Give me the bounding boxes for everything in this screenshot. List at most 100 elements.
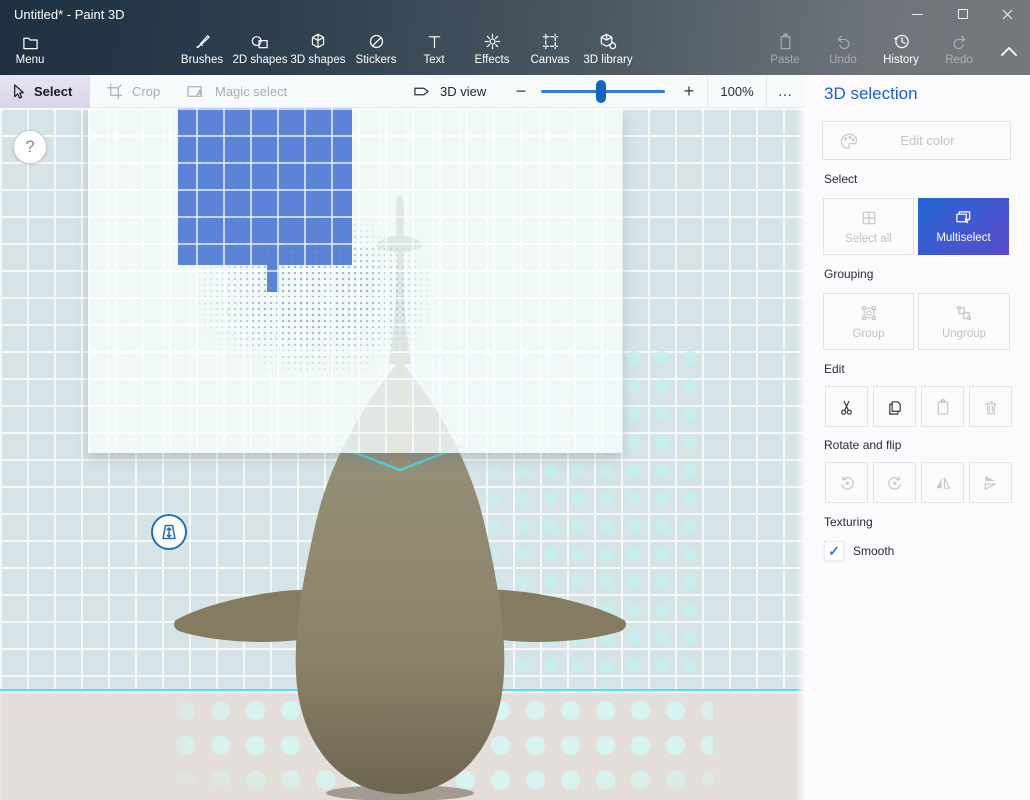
zoom-level-value[interactable]: 100% <box>707 75 767 108</box>
z-depth-icon <box>158 522 180 542</box>
select-all-icon <box>860 209 878 227</box>
ribbon-tool-label: Canvas <box>531 54 570 66</box>
multiselect-icon <box>954 209 973 226</box>
grouping-section-label: Grouping <box>824 267 873 281</box>
paste-button[interactable]: Paste <box>756 31 814 73</box>
ribbon-tool-3d-library[interactable]: 3D library <box>579 31 637 73</box>
ungroup-button[interactable]: Ungroup <box>918 293 1010 350</box>
ribbon-tool-label: Text <box>423 54 444 66</box>
history-button[interactable]: History <box>872 31 930 73</box>
ribbon-tool-label: Effects <box>475 54 510 66</box>
menu-icon <box>21 31 40 51</box>
close-icon <box>1002 9 1013 20</box>
zoom-in-button[interactable]: + <box>676 75 702 108</box>
ungroup-icon <box>955 304 973 322</box>
minimize-icon <box>912 14 923 15</box>
3d-view-icon <box>412 84 431 99</box>
header: Untitled* - Paint 3D Menu Brushes 2D sha… <box>0 0 1030 75</box>
magic-select-tool-label: Magic select <box>215 84 287 99</box>
undo-icon <box>834 31 853 51</box>
paste-panel-button[interactable] <box>921 386 964 427</box>
multiselect-button[interactable]: Multiselect <box>918 198 1009 255</box>
palette-icon <box>839 132 859 150</box>
collapse-ribbon-button[interactable] <box>996 38 1022 64</box>
rotate-right-icon <box>886 474 904 492</box>
copy-icon <box>886 398 903 416</box>
help-button[interactable]: ? <box>13 130 47 164</box>
canvas-viewport[interactable]: ? <box>0 108 804 800</box>
ribbon-tool-label: Stickers <box>356 54 397 66</box>
edit-section-label: Edit <box>824 362 845 376</box>
window-controls <box>895 0 1030 28</box>
delete-button[interactable] <box>969 386 1012 427</box>
ribbon-tool-text[interactable]: Text <box>405 31 463 73</box>
select-tool-label: Select <box>34 84 72 99</box>
select-all-label: Select all <box>845 233 892 245</box>
zoom-out-button[interactable]: − <box>508 75 534 108</box>
more-options-button[interactable]: … <box>767 75 804 108</box>
ribbon-tool-3d-shapes[interactable]: 3D shapes <box>289 31 347 73</box>
cut-button[interactable] <box>825 386 868 427</box>
smooth-checkbox[interactable]: ✓ <box>824 541 844 561</box>
ribbon: Menu Brushes 2D shapes 3D shapes Sticker… <box>0 28 1030 75</box>
panel-title: 3D selection <box>824 84 918 104</box>
trash-icon <box>983 398 999 416</box>
group-label: Group <box>853 328 885 340</box>
flip-vertical-button[interactable] <box>969 462 1012 503</box>
chevron-up-icon <box>1000 46 1018 57</box>
maximize-icon <box>958 9 968 19</box>
3d-view-button[interactable]: 3D view <box>402 75 496 108</box>
close-button[interactable] <box>985 0 1030 28</box>
ribbon-tool-effects[interactable]: Effects <box>463 31 521 73</box>
ribbon-tool-stickers[interactable]: Stickers <box>347 31 405 73</box>
clipboard-icon <box>935 398 951 416</box>
ribbon-tool-label: 3D library <box>583 54 632 66</box>
group-icon <box>860 304 878 322</box>
select-tool-button[interactable]: Select <box>0 75 90 108</box>
edit-color-button[interactable]: Edit color <box>822 121 1011 160</box>
menu-button[interactable]: Menu <box>7 31 53 73</box>
effects-icon <box>483 31 502 51</box>
select-section-label: Select <box>824 172 857 186</box>
scissors-icon <box>838 398 855 416</box>
group-button[interactable]: Group <box>823 293 914 350</box>
rotate-flip-section-label: Rotate and flip <box>824 438 901 452</box>
canvas-icon <box>541 31 560 51</box>
ribbon-tool-brushes[interactable]: Brushes <box>173 31 231 73</box>
ribbon-tool-canvas[interactable]: Canvas <box>521 31 579 73</box>
ungroup-label: Ungroup <box>942 328 986 340</box>
rotate-left-button[interactable] <box>825 462 868 503</box>
crop-icon <box>106 83 123 100</box>
history-icon <box>892 31 911 51</box>
ribbon-tool-2d-shapes[interactable]: 2D shapes <box>231 31 289 73</box>
ribbon-action-label: Undo <box>829 54 857 66</box>
undo-button[interactable]: Undo <box>814 31 872 73</box>
crop-tool-label: Crop <box>132 84 160 99</box>
text-icon <box>426 31 443 51</box>
menu-label: Menu <box>16 54 45 66</box>
crop-tool-button[interactable]: Crop <box>96 75 170 108</box>
maximize-button[interactable] <box>940 0 985 28</box>
window-title: Untitled* - Paint 3D <box>14 7 125 22</box>
magic-select-icon <box>186 83 206 100</box>
stickers-icon <box>367 31 386 51</box>
ribbon-tool-label: Brushes <box>181 54 223 66</box>
title-bar: Untitled* - Paint 3D <box>0 0 1030 28</box>
z-depth-control-button[interactable] <box>151 514 187 550</box>
pointer-icon <box>10 83 25 100</box>
zoom-slider-thumb[interactable] <box>596 80 606 103</box>
paste-icon <box>777 31 794 51</box>
3d-selection-panel: 3D selection Edit color Select Select al… <box>804 75 1030 800</box>
smooth-label: Smooth <box>853 544 894 558</box>
select-all-button[interactable]: Select all <box>823 198 914 255</box>
flip-horizontal-button[interactable] <box>921 462 964 503</box>
flip-vertical-icon <box>982 475 1000 491</box>
ribbon-action-label: Paste <box>770 54 799 66</box>
texturing-section-label: Texturing <box>824 515 873 529</box>
rotate-right-button[interactable] <box>873 462 916 503</box>
minimize-button[interactable] <box>895 0 940 28</box>
redo-button[interactable]: Redo <box>930 31 988 73</box>
copy-button[interactable] <box>873 386 916 427</box>
zoom-slider[interactable] <box>541 90 665 93</box>
magic-select-tool-button[interactable]: Magic select <box>176 75 297 108</box>
